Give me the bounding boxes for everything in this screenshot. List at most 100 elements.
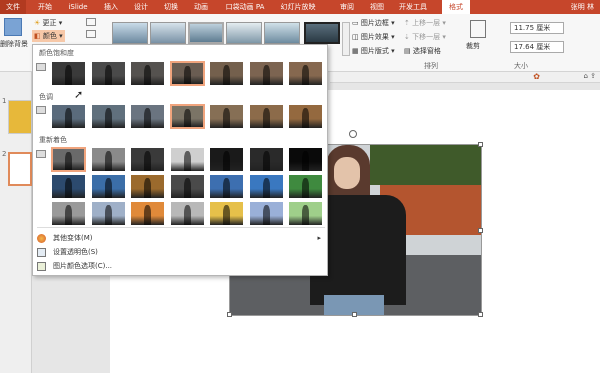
thumb-figure [183, 178, 191, 198]
picture-layout-button[interactable]: ▦ 图片版式 ▾ [352, 46, 395, 56]
saturation-thumb-6[interactable] [248, 61, 284, 86]
tone-section-title: 色调 [39, 93, 53, 101]
bring-forward-button[interactable]: ⇡ 上移一层 ▾ [404, 18, 446, 28]
resize-handle-s[interactable] [352, 312, 357, 317]
saturation-thumb-4[interactable] [169, 61, 205, 86]
tone-thumb-5[interactable] [209, 104, 244, 129]
color-button[interactable]: ◧ 颜色 ▾ [32, 30, 65, 42]
selection-pane-button[interactable]: ▤ 选择窗格 [404, 46, 441, 56]
tone-thumb-3[interactable] [130, 104, 165, 129]
thumb-figure [262, 151, 270, 171]
tab-transitions[interactable]: 切换 [160, 0, 182, 14]
saturation-thumb-5[interactable] [209, 61, 244, 86]
recolor-row3-thumb-3[interactable] [130, 201, 165, 226]
tab-design[interactable]: 设计 [130, 0, 152, 14]
saturation-thumb-3[interactable] [130, 61, 165, 86]
tab-review[interactable]: 审阅 [336, 0, 358, 14]
tab-pocket-animation[interactable]: 口袋动画 PA [220, 0, 270, 14]
picture-border-button[interactable]: ▭ 图片边框 ▾ [352, 18, 395, 28]
thumb-figure [183, 66, 191, 84]
tab-home[interactable]: 开始 [34, 0, 56, 14]
height-input[interactable]: 11.75 厘米 [510, 22, 564, 34]
recolor-row3-thumb-1[interactable] [51, 201, 86, 226]
picture-style-5[interactable] [264, 22, 300, 44]
thumb-figure [144, 108, 152, 128]
recolor-thumb-2[interactable] [90, 147, 126, 172]
recolor-row3-thumb-5[interactable] [209, 201, 244, 226]
recolor-row2-thumb-5[interactable] [209, 174, 244, 199]
tab-insert[interactable]: 插入 [100, 0, 122, 14]
recolor-thumb-4[interactable] [169, 147, 205, 172]
crop-button[interactable]: 裁剪 [466, 41, 480, 51]
gear-icon[interactable]: ✿ [533, 72, 540, 81]
recolor-row3-thumb-4[interactable] [169, 201, 205, 226]
recolor-thumb-6[interactable] [248, 147, 284, 172]
saturation-thumb-7[interactable] [288, 61, 323, 86]
recolor-thumb-7[interactable] [288, 147, 323, 172]
recolor-row2-thumb-6[interactable] [248, 174, 284, 199]
resize-handle-sw[interactable] [227, 312, 232, 317]
set-transparent-color-item[interactable]: 设置透明色(S) [37, 246, 325, 258]
photo-plants [370, 145, 481, 185]
arrange-group-label: 排列 [424, 62, 438, 70]
tab-file[interactable]: 文件 [0, 0, 26, 14]
picture-border-label: 图片边框 [360, 19, 389, 27]
corrections-button[interactable]: ☀ 更正 ▾ [34, 18, 62, 28]
recolor-row2-thumb-1[interactable] [51, 174, 86, 199]
picture-effects-label: 图片效果 [360, 33, 389, 41]
thumb-figure [262, 65, 270, 85]
recolor-thumb-5[interactable] [209, 147, 244, 172]
tone-thumb-7[interactable] [288, 104, 323, 129]
recolor-row3-thumb-2[interactable] [90, 201, 126, 226]
tab-animations[interactable]: 动画 [190, 0, 212, 14]
recolor-row2-thumb-2[interactable] [90, 174, 126, 199]
saturation-thumb-2[interactable] [90, 61, 126, 86]
tab-developer[interactable]: 开发工具 [396, 0, 430, 14]
rotate-handle[interactable] [349, 130, 357, 138]
recolor-row2-thumb-3[interactable] [130, 174, 165, 199]
recolor-row2-thumb-7[interactable] [288, 174, 323, 199]
tab-format[interactable]: 格式 [442, 0, 470, 14]
styles-gallery-scroll[interactable] [342, 22, 350, 56]
share-icon[interactable]: ⌂ ⇪ [583, 72, 596, 80]
thumb-figure [65, 108, 73, 128]
tone-thumb-1[interactable] [51, 104, 86, 129]
recolor-row2-thumb-4[interactable] [169, 174, 205, 199]
more-variations-label: 其他变体(M) [53, 234, 93, 242]
picture-style-6[interactable] [304, 22, 340, 44]
picture-color-options-item[interactable]: 图片颜色选项(C)... [37, 260, 325, 272]
change-picture-icon[interactable] [86, 30, 96, 38]
tone-thumb-6[interactable] [248, 104, 284, 129]
send-backward-button[interactable]: ⇣ 下移一层 ▾ [404, 32, 446, 42]
resize-handle-se[interactable] [478, 312, 483, 317]
resize-handle-e[interactable] [478, 228, 483, 233]
recolor-row3-thumb-6[interactable] [248, 201, 284, 226]
recolor-row3-thumb-7[interactable] [288, 201, 323, 226]
compress-icon[interactable] [86, 18, 96, 26]
picture-effects-button[interactable]: ◫ 图片效果 ▾ [352, 32, 395, 42]
picture-style-2[interactable] [150, 22, 186, 44]
saturation-thumb-1[interactable] [51, 61, 86, 86]
recolor-thumb-1[interactable] [51, 147, 86, 172]
resize-handle-ne[interactable] [478, 142, 483, 147]
picture-style-1[interactable] [112, 22, 148, 44]
user-name[interactable]: 张明 林 [571, 0, 594, 14]
tab-slideshow[interactable]: 幻灯片放映 [278, 0, 318, 14]
tone-thumb-2[interactable] [90, 104, 126, 129]
tone-thumb-4[interactable] [169, 104, 205, 129]
more-variations-item[interactable]: 其他变体(M) ▸ [37, 232, 325, 244]
tab-view[interactable]: 视图 [366, 0, 388, 14]
picture-style-4[interactable] [226, 22, 262, 44]
transparent-color-icon [37, 248, 46, 257]
tab-islide[interactable]: iSlide [64, 0, 92, 14]
thumb-figure [104, 65, 112, 85]
slide-thumbnail-1[interactable] [8, 100, 32, 134]
thumb-figure [65, 178, 73, 198]
thumb-figure [104, 108, 112, 128]
recolor-thumb-3[interactable] [130, 147, 165, 172]
slide-thumbnail-2[interactable] [8, 152, 32, 186]
thumb-figure [302, 178, 310, 198]
width-input[interactable]: 17.64 厘米 [510, 41, 564, 53]
picture-style-3[interactable] [188, 22, 224, 44]
remove-background-button[interactable]: 删除背景 [0, 39, 28, 49]
